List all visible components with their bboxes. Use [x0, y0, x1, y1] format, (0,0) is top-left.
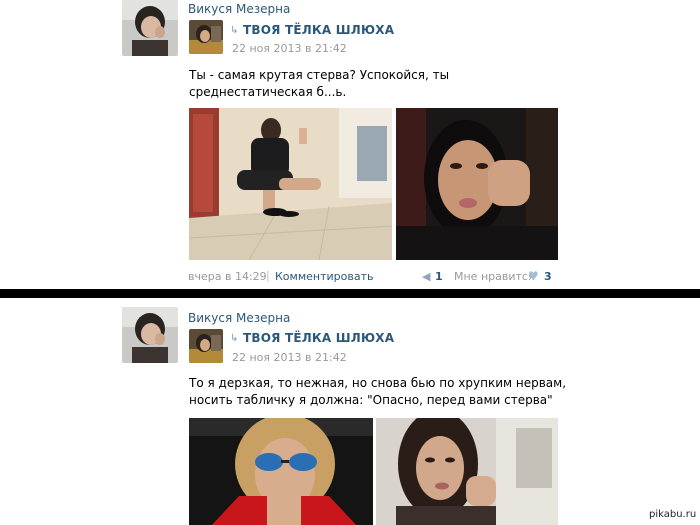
watermark: pikabu.ru	[647, 509, 699, 520]
share-count[interactable]: 1	[435, 270, 443, 283]
group-avatar-photo	[189, 329, 223, 363]
post-date[interactable]: 22 ноя 2013 в 21:42	[232, 42, 347, 55]
footer-separator: |	[266, 269, 270, 282]
photo-woman-in-car	[376, 418, 558, 525]
avatar-photo	[122, 0, 178, 56]
group-avatar[interactable]	[189, 329, 223, 363]
black-divider-bar	[0, 289, 700, 298]
post-date[interactable]: 22 ноя 2013 в 21:42	[232, 351, 347, 364]
attached-photo[interactable]	[189, 108, 392, 260]
group-avatar-photo	[189, 20, 223, 54]
group-avatar[interactable]	[189, 20, 223, 54]
attached-photo[interactable]	[396, 108, 558, 260]
author-name-link[interactable]: Викуся Мезерна	[188, 311, 290, 325]
attached-photo[interactable]	[189, 418, 373, 525]
post-text: То я дерзкая, то нежная, но снова бью по…	[189, 376, 567, 407]
photo-woman-closeup	[396, 108, 558, 260]
photo-crouching-woman	[189, 108, 392, 260]
attached-photo[interactable]	[376, 418, 558, 525]
photo-woman-sunglasses	[189, 418, 373, 525]
like-button-label[interactable]: Мне нравится	[454, 270, 535, 283]
wall-post: Викуся Мезерна ↳ ТВОЯ ТЁЛКА ШЛЮХА 22 ноя…	[0, 0, 700, 289]
repost-arrow-icon: ↳	[230, 25, 239, 36]
repost-group-link[interactable]: ТВОЯ ТЁЛКА ШЛЮХА	[243, 331, 394, 345]
avatar-photo	[122, 307, 178, 363]
megaphone-icon[interactable]: ◀	[422, 270, 430, 283]
footer-time-link[interactable]: вчера в 14:29	[188, 270, 267, 283]
repost-arrow-icon: ↳	[230, 333, 239, 344]
wall-post: Викуся Мезерна ↳ ТВОЯ ТЁЛКА ШЛЮХА 22 ноя…	[0, 298, 700, 525]
like-count[interactable]: 3	[544, 270, 552, 283]
author-avatar[interactable]	[122, 307, 178, 363]
post-text: Ты - самая крутая стерва? Успокойся, ты …	[189, 68, 450, 99]
author-name-link[interactable]: Викуся Мезерна	[188, 2, 290, 16]
author-avatar[interactable]	[122, 0, 178, 56]
heart-icon[interactable]: ♥	[528, 269, 539, 283]
repost-group-link[interactable]: ТВОЯ ТЁЛКА ШЛЮХА	[243, 23, 394, 37]
comment-link[interactable]: Комментировать	[275, 270, 373, 283]
